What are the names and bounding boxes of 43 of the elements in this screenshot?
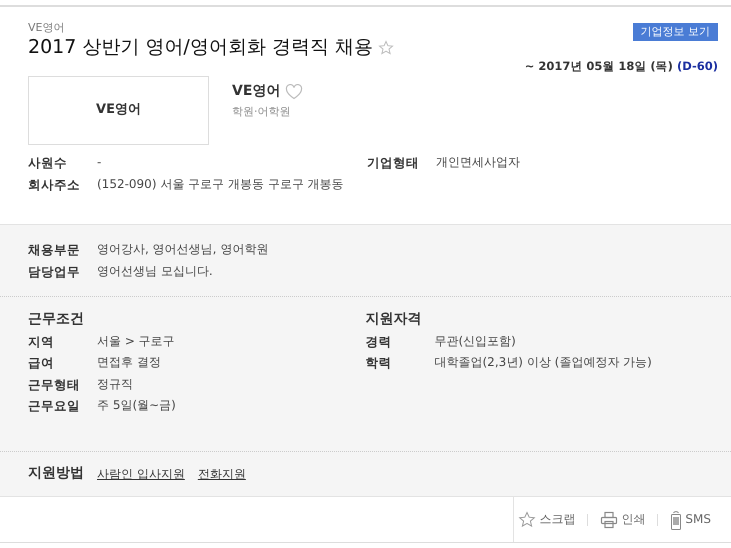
phone-icon [670,510,682,530]
condition-label: 경력 [366,334,392,350]
detail-value: (152-090) 서울 구로구 개봉동 구로구 개봉동 [97,176,345,192]
section-heading: 지원자격 [366,311,422,328]
detail-label: 회사주소 [28,176,81,192]
heart-icon [285,84,304,100]
condition-value: 주 5일(월~금) [97,398,177,414]
apply-heading: 지원방법 [28,465,85,483]
condition-label: 근무요일 [28,398,81,414]
condition-label: 학력 [366,355,392,371]
scrap-button[interactable]: 스크랩 [518,510,576,528]
condition-value: 정규직 [97,376,134,392]
deadline-date: ~ 2017년 05월 18일 (목) [524,58,673,72]
company-logo: VE영어 [28,76,209,145]
star-icon [518,510,536,528]
detail-label: 사원수 [28,155,68,171]
company-label: VE영어 [28,21,66,35]
d-day: (D-60) [676,58,718,72]
company-category: 학원·어학원 [232,105,292,120]
condition-label: 급여 [28,355,55,371]
print-button[interactable]: 인쇄 [600,510,646,528]
printer-icon [600,510,618,528]
detail-value: - [97,155,102,171]
company-name: VE영어 [232,82,280,100]
condition-value: 무관(신입포함) [434,334,517,350]
sms-button[interactable]: SMS [670,510,711,530]
job-label: 채용부문 [28,242,81,258]
condition-value: 서울 > 구로구 [97,334,176,350]
job-title: 2017 상반기 영어/영어회화 경력직 채용 [28,36,373,60]
apply-link[interactable]: 사람인 입사지원 [97,466,185,482]
condition-label: 지역 [28,334,55,350]
apply-link[interactable]: 전화지원 [198,466,246,482]
condition-label: 근무형태 [28,376,81,392]
condition-value: 면접후 결정 [97,355,162,371]
section-heading: 근무조건 [28,311,85,328]
detail-label: 기업형태 [367,155,420,171]
condition-value: 대학졸업(2,3년) 이상 (졸업예정자 가능) [434,355,653,371]
company-info-button[interactable]: 기업정보 보기 [632,23,718,41]
star-icon [378,40,394,56]
detail-value: 개인면세사업자 [436,155,521,171]
job-value: 영어선생님 모십니다. [97,264,214,280]
job-value: 영어강사, 영어선생님, 영어학원 [97,242,270,258]
job-label: 담당업무 [28,264,81,280]
